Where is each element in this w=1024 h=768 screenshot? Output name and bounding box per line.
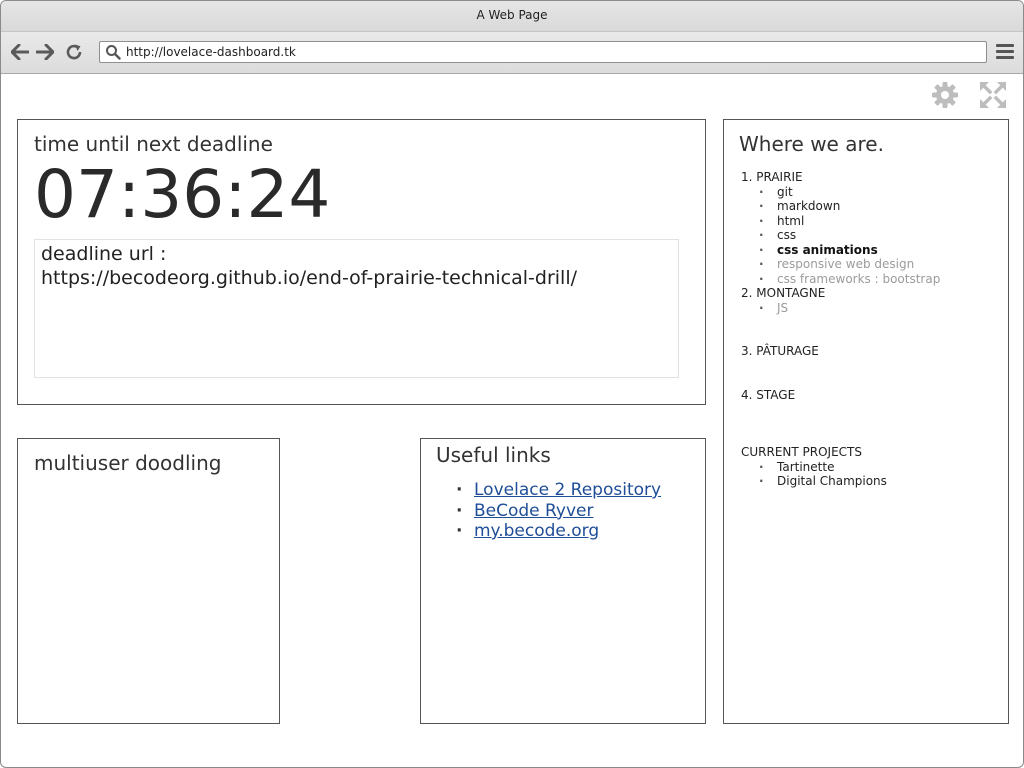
deadline-panel: time until next deadline 07:36:24 deadli… — [17, 119, 706, 405]
browser-window: A Web Page http://lovelace-dashboard.tk … — [0, 0, 1024, 768]
link-my-becode[interactable]: my.becode.org — [474, 521, 599, 541]
list-item: JS — [741, 301, 1001, 316]
list-item: css frameworks : bootstrap — [741, 272, 1001, 287]
current-projects-list: Tartinette Digital Champions — [741, 460, 1001, 489]
list-item: git — [741, 185, 1001, 200]
deadline-url: https://becodeorg.github.io/end-of-prair… — [41, 267, 577, 289]
address-bar[interactable] — [99, 41, 987, 63]
section-heading-paturage: 3. PÂTURAGE — [741, 344, 819, 358]
current-topic: css animations — [741, 243, 1001, 258]
forward-arrow-icon[interactable] — [34, 41, 56, 63]
back-arrow-icon[interactable] — [9, 41, 31, 63]
prairie-topics: git markdown html css css animations res… — [741, 185, 1001, 287]
list-item: Tartinette — [741, 460, 1001, 475]
list-item: Digital Champions — [741, 474, 1001, 489]
links-list: Lovelace 2 Repository BeCode Ryver my.be… — [436, 480, 661, 542]
list-item: html — [741, 214, 1001, 229]
countdown-timer: 07:36:24 — [34, 156, 331, 233]
deadline-url-box: deadline url : https://becodeorg.github.… — [34, 239, 679, 378]
link-becode-ryver[interactable]: BeCode Ryver — [474, 501, 594, 521]
progress-title: Where we are. — [739, 132, 884, 156]
section-heading-montagne: 2. MONTAGNE — [741, 286, 826, 300]
list-item: my.becode.org — [436, 521, 661, 542]
progress-outline: 1. PRAIRIE git markdown html css css ani… — [741, 170, 1001, 489]
doodle-title: multiuser doodling — [34, 451, 222, 475]
list-item: Lovelace 2 Repository — [436, 480, 661, 501]
gear-icon[interactable] — [930, 80, 960, 110]
list-item: markdown — [741, 199, 1001, 214]
link-lovelace-repository[interactable]: Lovelace 2 Repository — [474, 480, 661, 500]
progress-panel: Where we are. 1. PRAIRIE git markdown ht… — [723, 119, 1009, 724]
montagne-topics: JS — [741, 301, 1001, 316]
links-title: Useful links — [436, 443, 551, 467]
fullscreen-expand-icon[interactable] — [978, 80, 1008, 110]
hamburger-menu-icon[interactable] — [996, 44, 1014, 60]
section-heading-stage: 4. STAGE — [741, 387, 796, 402]
links-panel: Useful links Lovelace 2 Repository BeCod… — [420, 438, 706, 724]
window-title: A Web Page — [1, 1, 1023, 32]
section-heading-prairie: 1. PRAIRIE — [741, 170, 803, 184]
reload-icon[interactable] — [63, 41, 85, 63]
search-icon — [106, 45, 121, 60]
section-heading-current-projects: CURRENT PROJECTS — [741, 445, 863, 459]
doodle-panel[interactable]: multiuser doodling — [17, 438, 280, 724]
url-input[interactable] — [126, 43, 976, 61]
deadline-title: time until next deadline — [34, 132, 273, 156]
list-item: css — [741, 228, 1001, 243]
browser-toolbar — [1, 32, 1023, 74]
list-item: responsive web design — [741, 257, 1001, 272]
deadline-url-label: deadline url : — [41, 243, 167, 265]
list-item: BeCode Ryver — [436, 501, 661, 522]
